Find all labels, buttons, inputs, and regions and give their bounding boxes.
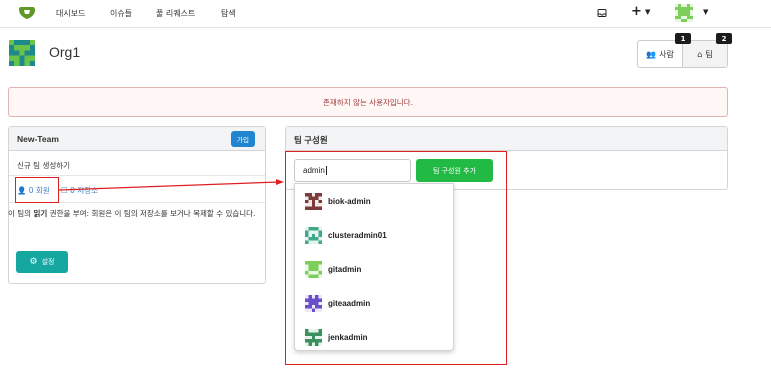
- team-card-header: New-Team 가입: [9, 127, 265, 151]
- gitea-logo-icon[interactable]: [18, 6, 36, 20]
- inbox-icon[interactable]: [597, 8, 607, 18]
- nav-dashboard[interactable]: 대시보드: [56, 8, 85, 19]
- tab-people-label: 사람: [659, 49, 674, 59]
- repos-count: 0: [70, 186, 75, 195]
- team-settings-button[interactable]: ⚙ 설정: [16, 251, 68, 273]
- org-avatar: [9, 40, 35, 66]
- team-repos-link[interactable]: ☐ 0 저장소: [61, 185, 98, 196]
- org-tabs: 👥 사람 ⌂ 팀: [637, 40, 728, 68]
- user-avatar[interactable]: [675, 4, 693, 22]
- join-team-button[interactable]: 가입: [231, 131, 255, 147]
- annotation-badge-2: 2: [716, 33, 732, 44]
- nav-issues[interactable]: 이슈들: [110, 8, 132, 19]
- members-panel-title: 팀 구성원: [294, 135, 328, 145]
- repos-label: 저장소: [77, 186, 98, 195]
- team-permission-description: 이 팀의 읽기 권한을 부여: 회원은 이 팀의 저장소를 보거나 복제할 수 …: [8, 209, 256, 218]
- top-navbar: 대시보드 이슈들 풀 리퀘스트 탐색 + ▼ ▼: [0, 0, 771, 28]
- org-name: Org1: [49, 44, 81, 60]
- chevron-down-icon[interactable]: ▼: [645, 8, 650, 16]
- people-icon: 👥: [646, 49, 657, 59]
- tab-people[interactable]: 👥 사람: [638, 41, 682, 67]
- team-description: 신규 팀 생성하기: [17, 161, 71, 170]
- team-description-row: 신규 팀 생성하기: [9, 151, 265, 176]
- settings-label: 설정: [41, 258, 55, 266]
- chevron-down-icon[interactable]: ▼: [703, 8, 708, 16]
- annotation-box-members: [15, 177, 59, 203]
- members-panel-header: 팀 구성원: [286, 127, 727, 151]
- tab-teams-label: 팀: [705, 49, 713, 59]
- annotation-box-add-member: [285, 151, 507, 365]
- annotation-badge-1: 1: [675, 33, 691, 44]
- permission-read: 읽기: [33, 209, 48, 218]
- nav-explore[interactable]: 탐색: [221, 8, 236, 19]
- nav-pull-requests[interactable]: 풀 리퀘스트: [156, 8, 195, 19]
- error-message: 존재하지 않는 사용자입니다.: [8, 87, 728, 117]
- team-icon: ⌂: [697, 49, 703, 59]
- create-plus-icon[interactable]: +: [631, 4, 642, 19]
- repo-icon: ☐: [61, 186, 68, 195]
- gear-icon: ⚙: [29, 257, 38, 267]
- team-name: New-Team: [17, 134, 59, 144]
- tab-teams[interactable]: ⌂ 팀: [682, 41, 727, 67]
